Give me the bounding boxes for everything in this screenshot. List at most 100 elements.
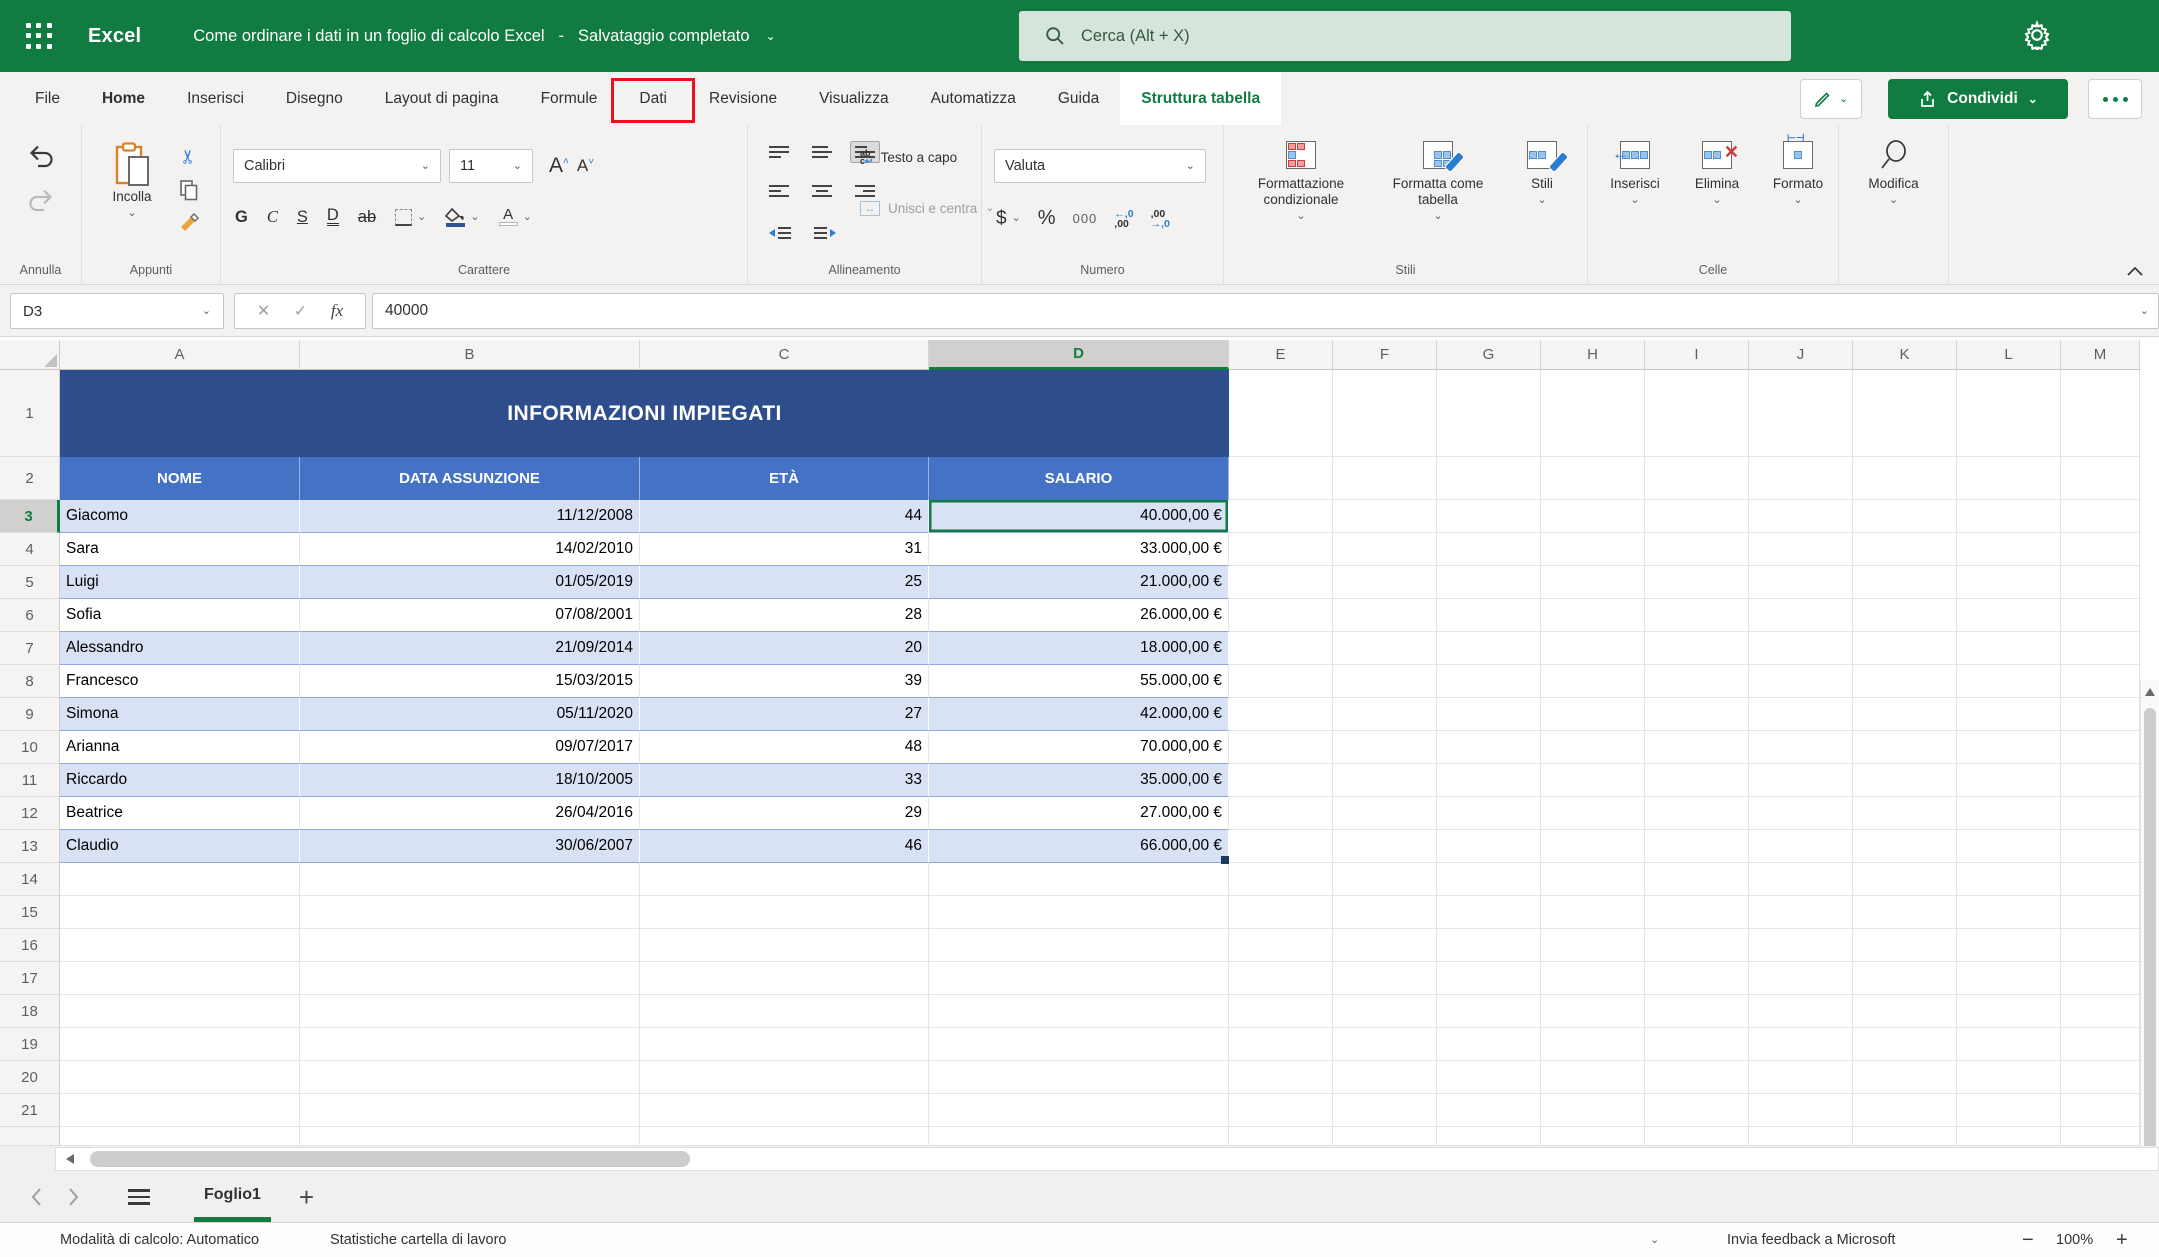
cell[interactable] [1853, 599, 1957, 632]
cell[interactable] [2061, 533, 2140, 566]
decrease-indent-button[interactable] [764, 223, 796, 243]
row-header-18[interactable]: 18 [0, 995, 60, 1028]
cell[interactable] [1853, 1127, 1957, 1146]
data-cell[interactable]: Simona [60, 698, 300, 731]
cell[interactable] [1645, 995, 1749, 1028]
tab-formule[interactable]: Formule [520, 72, 619, 125]
row-header-5[interactable]: 5 [0, 566, 60, 599]
column-header-E[interactable]: E [1229, 340, 1333, 370]
row-header-11[interactable]: 11 [0, 764, 60, 797]
next-sheet-button[interactable] [68, 1172, 80, 1222]
cell[interactable] [60, 1028, 300, 1061]
align-center-button[interactable] [807, 181, 837, 203]
data-cell[interactable]: 11/12/2008 [300, 500, 640, 533]
row-header-17[interactable]: 17 [0, 962, 60, 995]
cell[interactable] [929, 1061, 1229, 1094]
italic-button[interactable]: C [267, 207, 278, 227]
column-header-D[interactable]: D [929, 340, 1229, 370]
cell[interactable] [1749, 1094, 1853, 1127]
cell[interactable] [2061, 1094, 2140, 1127]
cell[interactable] [300, 995, 640, 1028]
cell[interactable] [1333, 863, 1437, 896]
cell[interactable] [1229, 731, 1333, 764]
cell[interactable] [300, 863, 640, 896]
cell[interactable] [1853, 566, 1957, 599]
data-cell[interactable]: 35.000,00 € [929, 764, 1229, 797]
cell[interactable] [1853, 533, 1957, 566]
cell[interactable] [1437, 665, 1541, 698]
cell[interactable] [1853, 830, 1957, 863]
strikethrough-button[interactable]: ab [358, 208, 376, 227]
cell[interactable] [1853, 764, 1957, 797]
cell[interactable] [1645, 1061, 1749, 1094]
feedback-link[interactable]: Invia feedback a Microsoft [1727, 1223, 1895, 1257]
cell[interactable] [1333, 599, 1437, 632]
cell[interactable] [1749, 830, 1853, 863]
column-header-K[interactable]: K [1853, 340, 1957, 370]
cell[interactable] [1853, 863, 1957, 896]
data-cell[interactable]: 30/06/2007 [300, 830, 640, 863]
cell[interactable] [1333, 370, 1437, 457]
cell[interactable] [1645, 698, 1749, 731]
tab-guida[interactable]: Guida [1037, 72, 1120, 125]
data-cell[interactable]: 27.000,00 € [929, 797, 1229, 830]
decrease-font-icon[interactable]: A˅ [577, 156, 594, 176]
data-cell[interactable]: 07/08/2001 [300, 599, 640, 632]
cell[interactable] [1957, 995, 2061, 1028]
row-header-2[interactable]: 2 [0, 457, 60, 500]
cell[interactable] [1437, 698, 1541, 731]
table-header-cell[interactable]: ETÀ [640, 457, 929, 500]
cell[interactable] [1333, 566, 1437, 599]
add-sheet-button[interactable]: + [299, 1172, 314, 1222]
cell[interactable] [1541, 1094, 1645, 1127]
cell[interactable] [929, 1028, 1229, 1061]
data-cell[interactable]: 33.000,00 € [929, 533, 1229, 566]
cell[interactable] [2061, 797, 2140, 830]
table-header-cell[interactable]: NOME [60, 457, 300, 500]
tab-layout-di-pagina[interactable]: Layout di pagina [364, 72, 520, 125]
row-header-7[interactable]: 7 [0, 632, 60, 665]
cell[interactable] [1749, 1127, 1853, 1146]
data-cell[interactable]: 44 [640, 500, 929, 533]
cell[interactable] [1645, 1127, 1749, 1146]
tab-automatizza[interactable]: Automatizza [910, 72, 1037, 125]
data-cell[interactable]: 05/11/2020 [300, 698, 640, 731]
cell[interactable] [1645, 1094, 1749, 1127]
cell[interactable] [300, 896, 640, 929]
cell[interactable] [1853, 797, 1957, 830]
enter-icon[interactable]: ✓ [294, 301, 307, 321]
cell[interactable] [1645, 830, 1749, 863]
undo-button[interactable] [26, 143, 56, 169]
cell[interactable] [1229, 830, 1333, 863]
cell[interactable] [1957, 665, 2061, 698]
cell[interactable] [1541, 995, 1645, 1028]
data-cell[interactable]: 18/10/2005 [300, 764, 640, 797]
cell[interactable] [1957, 370, 2061, 457]
cell[interactable] [1541, 896, 1645, 929]
row-header-21[interactable]: 21 [0, 1094, 60, 1127]
cell[interactable] [300, 929, 640, 962]
share-button[interactable]: Condividi ⌄ [1888, 79, 2068, 119]
cell[interactable] [1749, 764, 1853, 797]
merge-center-button[interactable]: ↔ Unisci e centra ⌄ [860, 201, 995, 216]
cell[interactable] [1541, 764, 1645, 797]
data-cell[interactable]: 21/09/2014 [300, 632, 640, 665]
cell[interactable] [1333, 457, 1437, 500]
cell[interactable] [1957, 929, 2061, 962]
cell[interactable] [1437, 1094, 1541, 1127]
cell[interactable] [1229, 370, 1333, 457]
cell[interactable] [1541, 500, 1645, 533]
expand-formula-bar-icon[interactable]: ⌄ [2140, 306, 2149, 317]
cell[interactable] [1645, 665, 1749, 698]
cell[interactable] [1333, 830, 1437, 863]
horizontal-scrollbar[interactable] [55, 1147, 2159, 1171]
cell[interactable] [1437, 1028, 1541, 1061]
font-color-button[interactable]: A ⌄ [499, 208, 532, 226]
cell[interactable] [1645, 731, 1749, 764]
cell[interactable] [1541, 566, 1645, 599]
cell[interactable] [1229, 929, 1333, 962]
data-cell[interactable]: 48 [640, 731, 929, 764]
cell[interactable] [60, 1094, 300, 1127]
cell[interactable] [929, 1094, 1229, 1127]
cell[interactable] [1541, 599, 1645, 632]
